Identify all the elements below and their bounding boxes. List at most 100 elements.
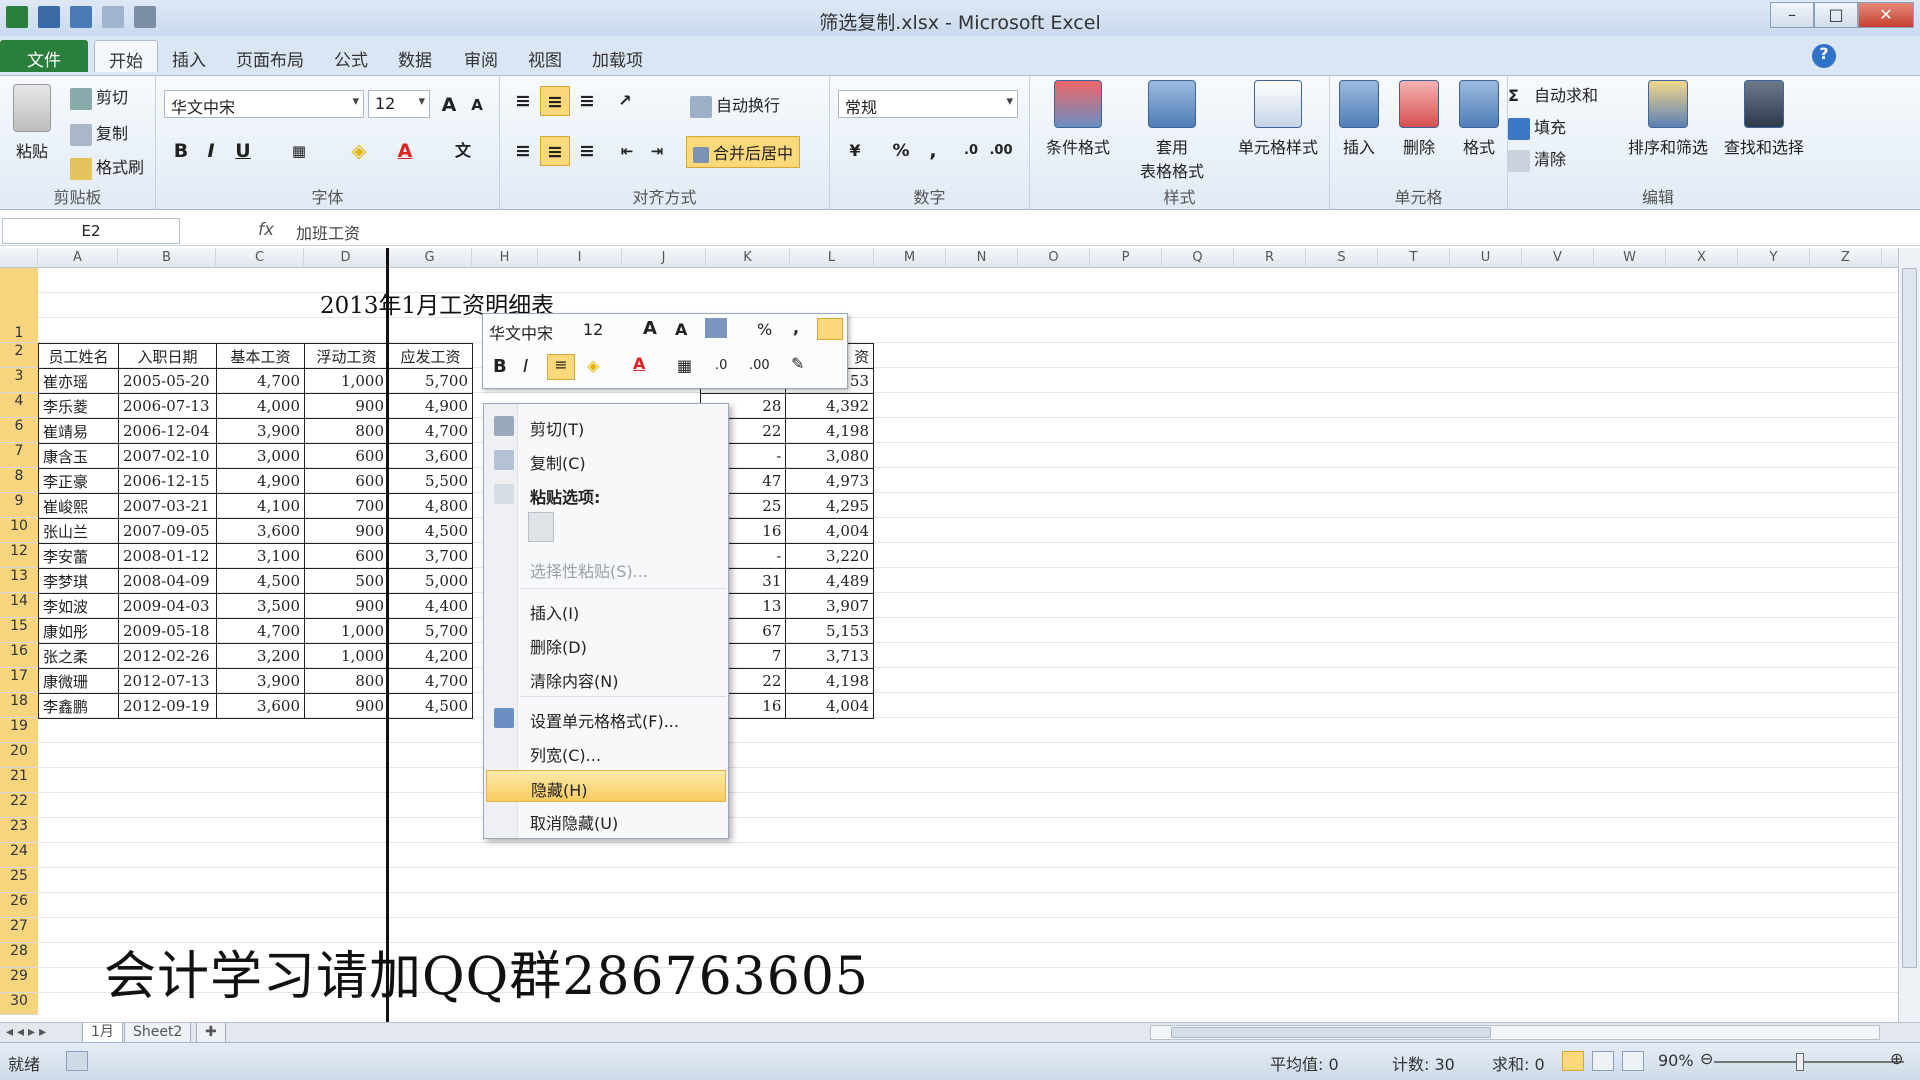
underline-button[interactable]: U xyxy=(228,136,258,166)
col-header[interactable]: K xyxy=(706,248,790,268)
menu-delete[interactable]: 删除(D) xyxy=(486,628,726,660)
table-cell[interactable]: 2012-02-26 xyxy=(118,643,217,669)
table-cell[interactable]: 2008-04-09 xyxy=(118,568,217,594)
col-header[interactable]: U xyxy=(1450,248,1522,268)
row-header[interactable]: 9 xyxy=(0,493,38,518)
table-cell[interactable]: 2006-07-13 xyxy=(118,393,217,419)
mini-italic-icon[interactable]: I xyxy=(523,356,528,377)
table-cell[interactable]: 3,600 xyxy=(216,518,305,544)
header-cell[interactable]: 入职日期 xyxy=(118,343,217,369)
table-cell[interactable]: 700 xyxy=(304,493,389,519)
table-cell[interactable]: 4,500 xyxy=(388,693,473,719)
maximize-button[interactable]: □ xyxy=(1814,2,1858,28)
macro-record-icon[interactable] xyxy=(66,1051,88,1071)
conditional-format-button[interactable]: 条件格式 xyxy=(1036,80,1120,158)
menu-hide[interactable]: 隐藏(H) xyxy=(486,770,726,802)
row-header[interactable]: 26 xyxy=(0,893,38,918)
table-cell[interactable]: 4,700 xyxy=(216,618,305,644)
table-cell[interactable]: 4,500 xyxy=(388,518,473,544)
table-cell[interactable]: 1,000 xyxy=(304,368,389,394)
mini-shrink-font-icon[interactable]: A xyxy=(675,320,687,339)
wrap-text-button[interactable]: 自动换行 xyxy=(690,92,780,118)
increase-indent-icon[interactable]: ⇥ xyxy=(642,136,672,166)
row-header[interactable]: 17 xyxy=(0,668,38,693)
find-select-button[interactable]: 查找和选择 xyxy=(1714,80,1814,158)
table-cell[interactable]: 李鑫鹏 xyxy=(38,693,119,719)
row-header[interactable]: 8 xyxy=(0,468,38,493)
table-cell[interactable]: 3,200 xyxy=(216,643,305,669)
scroll-thumb[interactable] xyxy=(1171,1027,1491,1038)
table-cell[interactable]: 3,500 xyxy=(216,593,305,619)
tab-home[interactable]: 开始 xyxy=(94,40,158,72)
row-header[interactable]: 27 xyxy=(0,918,38,943)
fill-button[interactable]: 填充 xyxy=(1508,114,1566,140)
table-cell[interactable]: 2012-07-13 xyxy=(118,668,217,694)
tab-addins[interactable]: 加载项 xyxy=(578,40,657,72)
table-cell[interactable]: 3,713 xyxy=(785,643,874,669)
menu-clear-contents[interactable]: 清除内容(N) xyxy=(486,662,726,694)
row-header[interactable]: 20 xyxy=(0,743,38,768)
table-cell[interactable]: 5,000 xyxy=(388,568,473,594)
table-cell[interactable]: 李安蕾 xyxy=(38,543,119,569)
table-cell[interactable]: 李正豪 xyxy=(38,468,119,494)
col-header[interactable]: H xyxy=(472,248,538,268)
table-cell[interactable]: 2009-05-18 xyxy=(118,618,217,644)
orientation-icon[interactable]: ↗ xyxy=(610,86,640,116)
table-cell[interactable]: 600 xyxy=(304,543,389,569)
row-header[interactable]: 28 xyxy=(0,943,38,968)
col-header[interactable]: A xyxy=(38,248,118,268)
table-cell[interactable]: 康微珊 xyxy=(38,668,119,694)
table-cell[interactable]: 4,800 xyxy=(388,493,473,519)
col-header[interactable]: Z xyxy=(1810,248,1882,268)
table-cell[interactable]: 4,295 xyxy=(785,493,874,519)
row-header[interactable]: 6 xyxy=(0,418,38,443)
normal-view-icon[interactable] xyxy=(1562,1051,1584,1071)
row-header[interactable]: 25 xyxy=(0,868,38,893)
table-cell[interactable]: 2007-02-10 xyxy=(118,443,217,469)
col-header[interactable]: V xyxy=(1522,248,1594,268)
header-cell[interactable]: 应发工资 xyxy=(388,343,473,369)
format-painter-button[interactable]: 格式刷 xyxy=(70,154,144,180)
autosum-button[interactable]: Σ 自动求和 xyxy=(1508,82,1598,108)
decrease-decimal-icon[interactable]: .00 xyxy=(986,136,1016,166)
table-cell[interactable]: 2008-01-12 xyxy=(118,543,217,569)
row-header[interactable]: 19 xyxy=(0,718,38,743)
mini-percent[interactable]: % xyxy=(757,320,772,339)
row-header[interactable]: 7 xyxy=(0,443,38,468)
col-header[interactable]: I xyxy=(538,248,622,268)
table-cell[interactable]: 崔峻熙 xyxy=(38,493,119,519)
table-cell[interactable]: 崔靖易 xyxy=(38,418,119,444)
menu-cut[interactable]: 剪切(T) xyxy=(486,410,726,442)
row-header[interactable]: 15 xyxy=(0,618,38,643)
zoom-slider[interactable] xyxy=(1714,1061,1904,1063)
table-cell[interactable]: 3,220 xyxy=(785,543,874,569)
col-header[interactable]: L xyxy=(790,248,874,268)
table-cell[interactable]: 4,004 xyxy=(785,518,874,544)
col-header[interactable]: D xyxy=(304,248,388,268)
table-cell[interactable]: 2006-12-04 xyxy=(118,418,217,444)
menu-paste-special[interactable]: 选择性粘贴(S)... xyxy=(486,552,726,584)
row-header[interactable]: 16 xyxy=(0,643,38,668)
bold-button[interactable]: B xyxy=(166,136,196,166)
horizontal-scrollbar[interactable] xyxy=(1150,1025,1880,1040)
close-button[interactable]: ✕ xyxy=(1858,2,1914,28)
table-cell[interactable]: 2007-09-05 xyxy=(118,518,217,544)
table-cell[interactable]: 4,973 xyxy=(785,468,874,494)
col-header[interactable]: O xyxy=(1018,248,1090,268)
table-cell[interactable]: 3,000 xyxy=(216,443,305,469)
align-top-icon[interactable]: ≡ xyxy=(508,86,538,116)
menu-insert[interactable]: 插入(I) xyxy=(486,594,726,626)
mini-accounting-icon[interactable] xyxy=(705,318,727,338)
table-cell[interactable]: 3,080 xyxy=(785,443,874,469)
row-header[interactable]: 18 xyxy=(0,693,38,718)
menu-column-width[interactable]: 列宽(C)... xyxy=(486,736,726,768)
table-cell[interactable]: 5,153 xyxy=(785,618,874,644)
row-header[interactable]: 30 xyxy=(0,993,38,1015)
italic-button[interactable]: I xyxy=(196,136,226,166)
table-cell[interactable]: 900 xyxy=(304,518,389,544)
table-cell[interactable]: 900 xyxy=(304,593,389,619)
table-cell[interactable]: 4,004 xyxy=(785,693,874,719)
table-cell[interactable]: 崔亦瑶 xyxy=(38,368,119,394)
help-icon[interactable]: ? xyxy=(1812,44,1836,68)
tab-page-layout[interactable]: 页面布局 xyxy=(222,40,318,72)
